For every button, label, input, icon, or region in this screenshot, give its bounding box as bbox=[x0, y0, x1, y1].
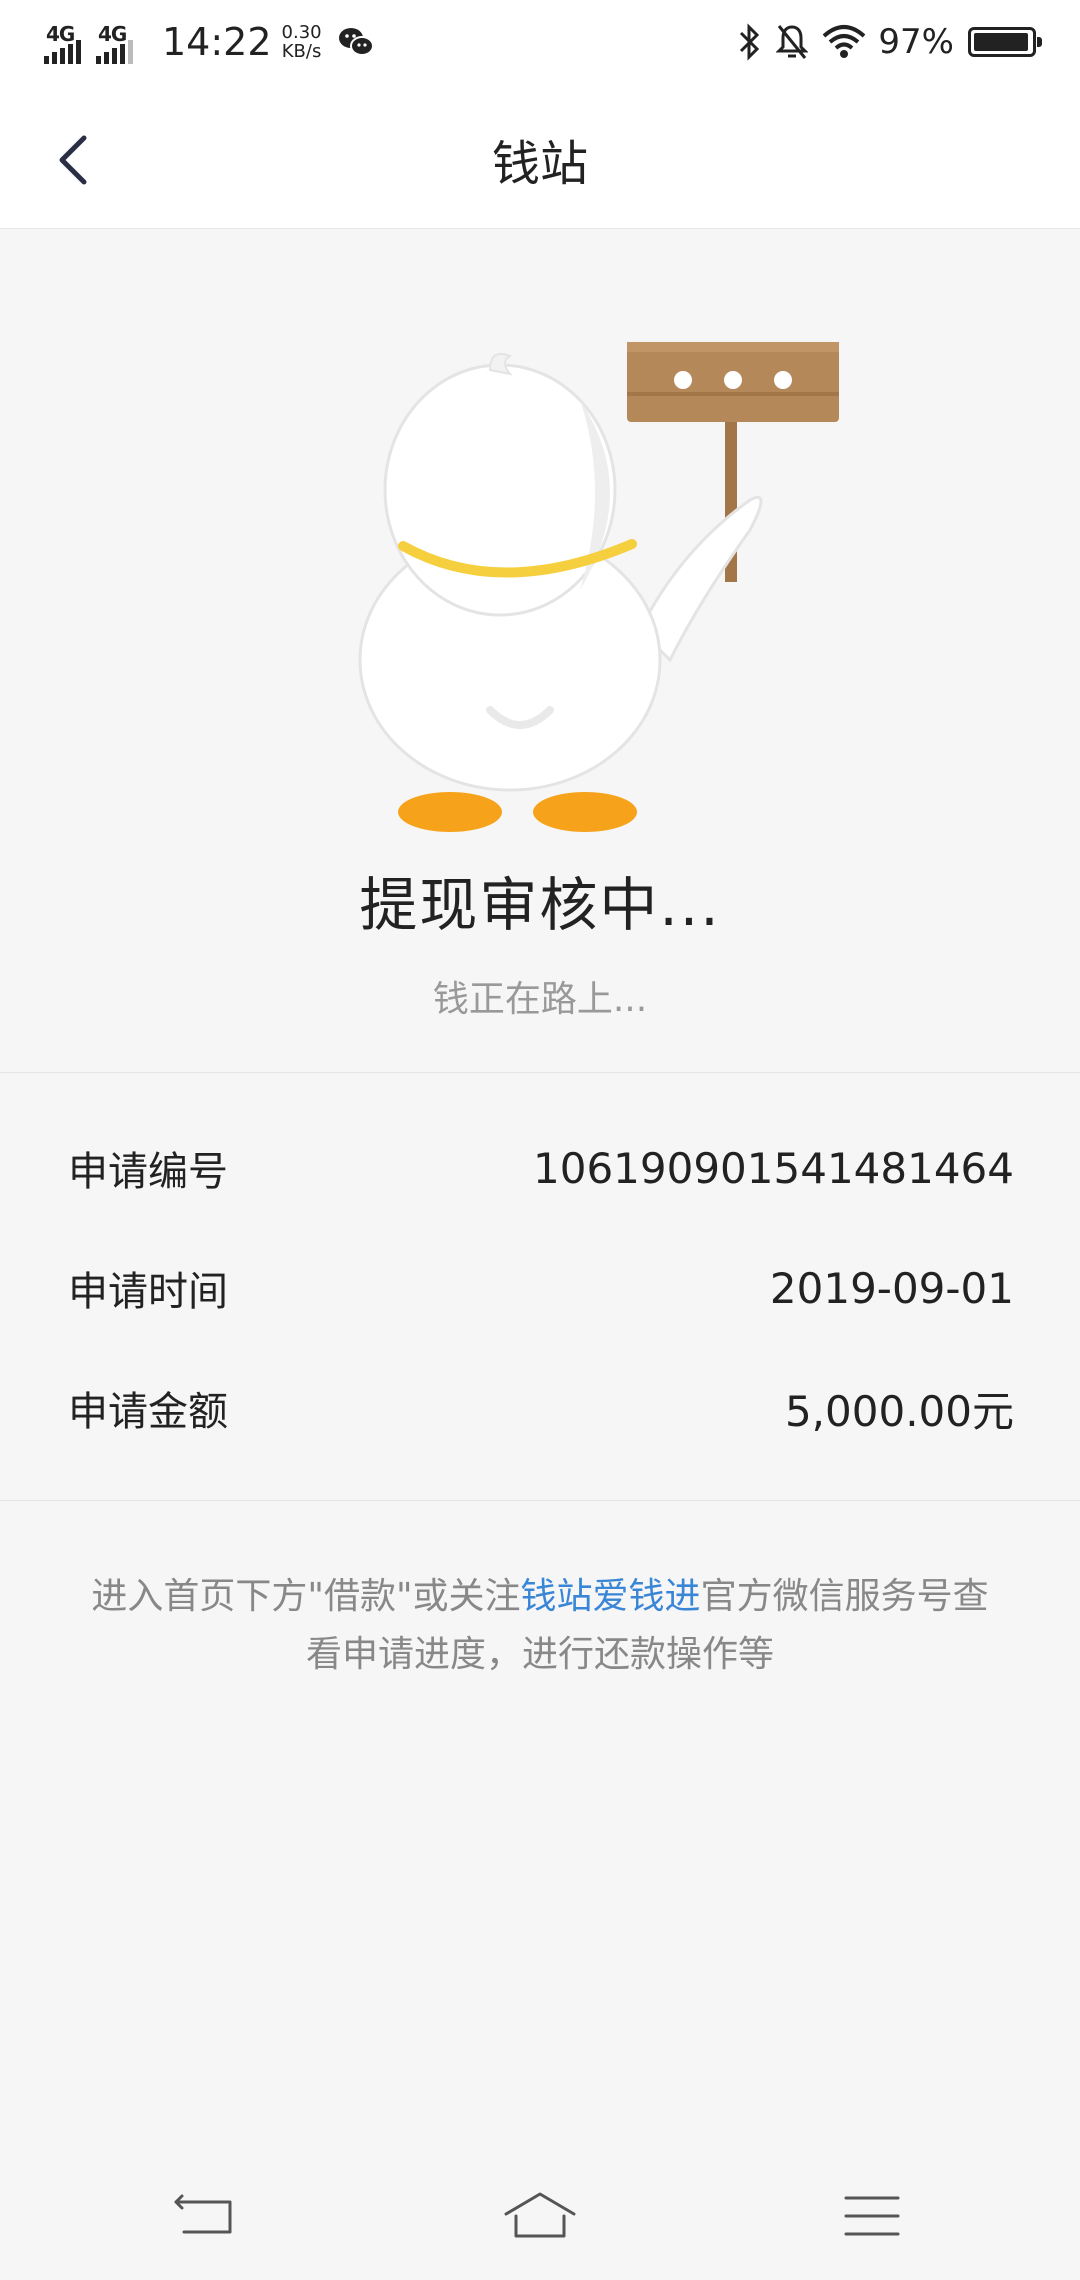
system-back-icon[interactable] bbox=[168, 2186, 248, 2246]
network-speed: 0.30 KB/s bbox=[282, 23, 322, 61]
divider bbox=[0, 1072, 1080, 1073]
detail-value: 2019-09-01 bbox=[769, 1263, 1014, 1313]
detail-label: 申请金额 bbox=[68, 1389, 228, 1435]
detail-row-application-number: 申请编号 106190901541481464 bbox=[68, 1138, 1014, 1198]
wechat-icon bbox=[338, 28, 374, 56]
system-menu-icon[interactable] bbox=[832, 2186, 912, 2246]
signal-strength-icon: 4G bbox=[44, 20, 90, 64]
system-nav-bar bbox=[0, 2150, 1080, 2280]
status-bar-right: 97% bbox=[724, 14, 1042, 70]
battery-icon bbox=[968, 27, 1042, 57]
detail-value: 106190901541481464 bbox=[533, 1143, 1014, 1193]
network-speed-unit: KB/s bbox=[281, 41, 322, 62]
battery-percent: 97% bbox=[878, 22, 954, 62]
notice-text-before: 进入首页下方"借款"或关注 bbox=[91, 1576, 521, 1617]
bluetooth-icon bbox=[740, 23, 760, 61]
status-bar: 4G 4G 14:22 0.30 KB/s 97% bbox=[0, 0, 1080, 84]
signal-strength-icon-2: 4G bbox=[96, 20, 142, 64]
page-title: 钱站 bbox=[491, 136, 588, 192]
mute-bell-icon bbox=[776, 25, 809, 59]
wifi-icon bbox=[823, 25, 866, 58]
network-speed-value: 0.30 bbox=[281, 22, 322, 43]
detail-label: 申请时间 bbox=[68, 1269, 228, 1315]
detail-label: 申请编号 bbox=[68, 1149, 228, 1195]
detail-row-application-time: 申请时间 2019-09-01 bbox=[68, 1258, 1014, 1318]
system-home-icon[interactable] bbox=[500, 2186, 580, 2246]
nav-header: 钱站 bbox=[0, 84, 1080, 229]
detail-row-application-amount: 申请金额 5,000.00元 bbox=[68, 1378, 1014, 1438]
status-title: 提现审核中... bbox=[359, 871, 721, 939]
divider bbox=[0, 1500, 1080, 1501]
detail-value: 5,000.00元 bbox=[784, 1386, 1014, 1436]
clock: 14:22 bbox=[162, 20, 272, 64]
notice-text: 进入首页下方"借款"或关注钱站爱钱进官方微信服务号查看申请进度，进行还款操作等 bbox=[90, 1568, 990, 1684]
mascot-duck-illustration bbox=[358, 342, 839, 832]
status-bar-left: 4G 4G 14:22 0.30 KB/s bbox=[44, 14, 374, 70]
status-subtitle: 钱正在路上... bbox=[432, 979, 648, 1020]
wechat-account-link[interactable]: 钱站爱钱进 bbox=[521, 1576, 701, 1617]
